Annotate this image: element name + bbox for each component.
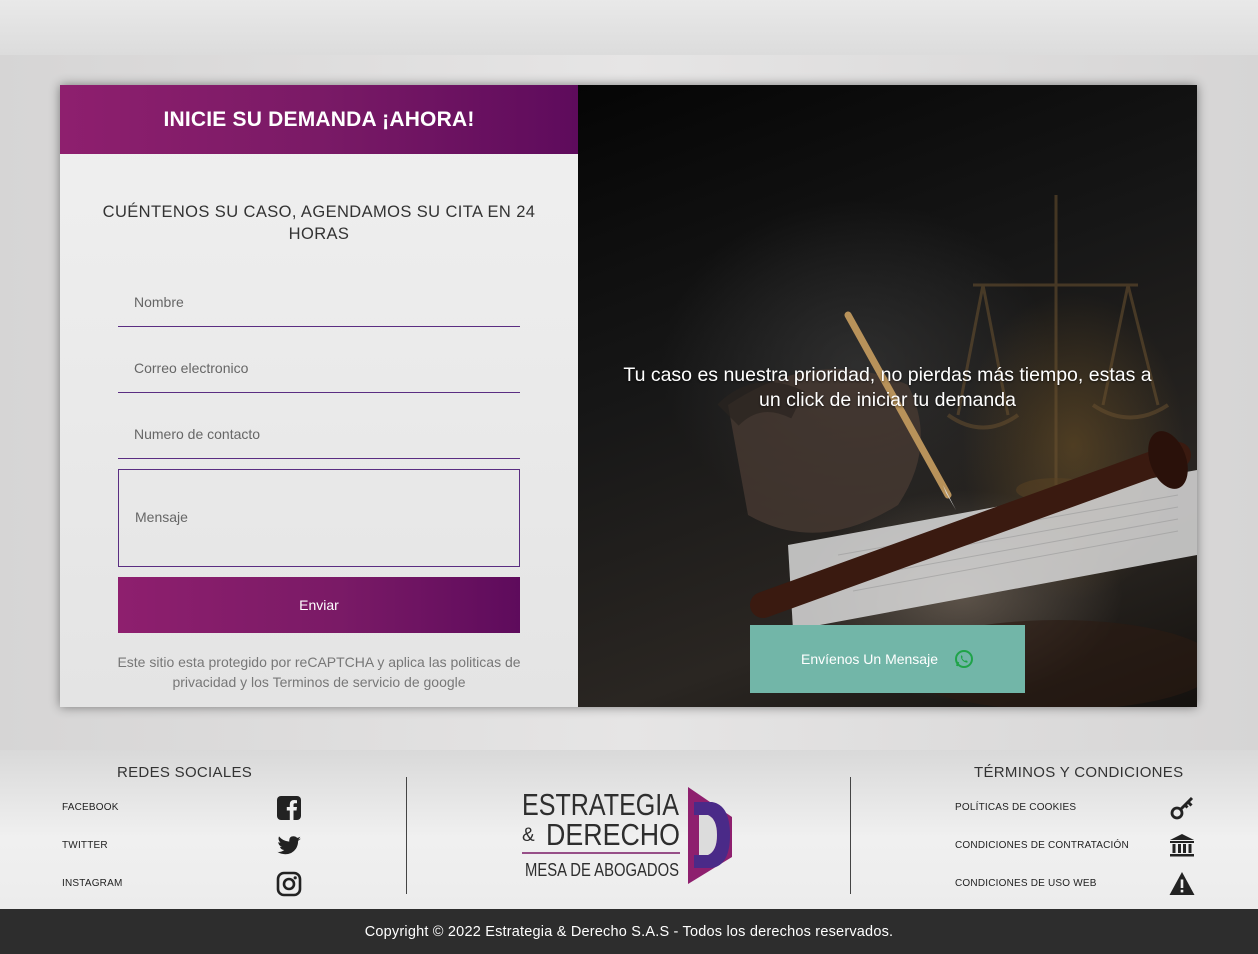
contracting-conditions-link[interactable]: CONDICIONES DE CONTRATACIÓN	[955, 840, 1129, 851]
phone-input[interactable]	[118, 409, 520, 459]
logo-ampersand: &	[522, 825, 535, 846]
web-use-conditions-link[interactable]: CONDICIONES DE USO WEB	[955, 878, 1097, 889]
recaptcha-notice: Este sitio esta protegido por reCAPTCHA …	[117, 654, 521, 690]
form-header: INICIE SU DEMANDA ¡AHORA!	[60, 85, 578, 154]
twitter-icon[interactable]	[276, 833, 302, 859]
warning-icon[interactable]	[1169, 871, 1195, 897]
whatsapp-icon	[954, 649, 974, 669]
message-textarea[interactable]	[118, 469, 520, 567]
form-header-title: INICIE SU DEMANDA ¡AHORA!	[163, 107, 475, 131]
whatsapp-button-label: Envíenos Un Mensaje	[801, 651, 938, 667]
form-subtitle: CUÉNTENOS SU CASO, AGENDAMOS SU CITA EN …	[102, 203, 536, 243]
social-title: REDES SOCIALES	[117, 764, 253, 781]
bank-icon[interactable]	[1169, 833, 1195, 859]
instagram-icon[interactable]	[276, 871, 302, 897]
key-icon[interactable]	[1169, 795, 1195, 821]
logo-line3: MESA DE ABOGADOS	[525, 860, 679, 880]
whatsapp-message-button[interactable]: Envíenos Un Mensaje	[750, 625, 1025, 693]
footer: REDES SOCIALES FACEBOOK TWITTER INSTAGRA…	[0, 750, 1258, 909]
estrategia-derecho-logo: ESTRATEGIA & DERECHO MESA DE ABOGADOS	[522, 787, 732, 884]
facebook-icon[interactable]	[276, 795, 302, 821]
logo-line2: DERECHO	[546, 817, 680, 852]
contact-form-panel: INICIE SU DEMANDA ¡AHORA! CUÉNTENOS SU C…	[60, 85, 578, 707]
copyright-bar: Copyright © 2022 Estrategia & Derecho S.…	[0, 909, 1258, 954]
top-header-bar	[0, 0, 1258, 55]
footer-divider-right	[850, 777, 851, 894]
email-input[interactable]	[118, 343, 520, 393]
terms-title: TÉRMINOS Y CONDICIONES	[974, 764, 1184, 781]
contact-card: INICIE SU DEMANDA ¡AHORA! CUÉNTENOS SU C…	[60, 85, 1197, 707]
footer-divider-left	[406, 777, 407, 894]
facebook-link[interactable]: FACEBOOK	[62, 802, 119, 813]
copyright-text: Copyright © 2022 Estrategia & Derecho S.…	[364, 923, 894, 940]
name-input[interactable]	[118, 277, 520, 327]
cookies-policy-link[interactable]: POLÍTICAS DE COOKIES	[955, 802, 1076, 813]
hero-message: Tu caso es nuestra prioridad, no pierdas…	[623, 364, 1152, 411]
submit-button[interactable]: Enviar	[118, 577, 520, 633]
hero-image-panel: Tu caso es nuestra prioridad, no pierdas…	[578, 85, 1197, 707]
instagram-link[interactable]: INSTAGRAM	[62, 878, 123, 889]
twitter-link[interactable]: TWITTER	[62, 840, 108, 851]
